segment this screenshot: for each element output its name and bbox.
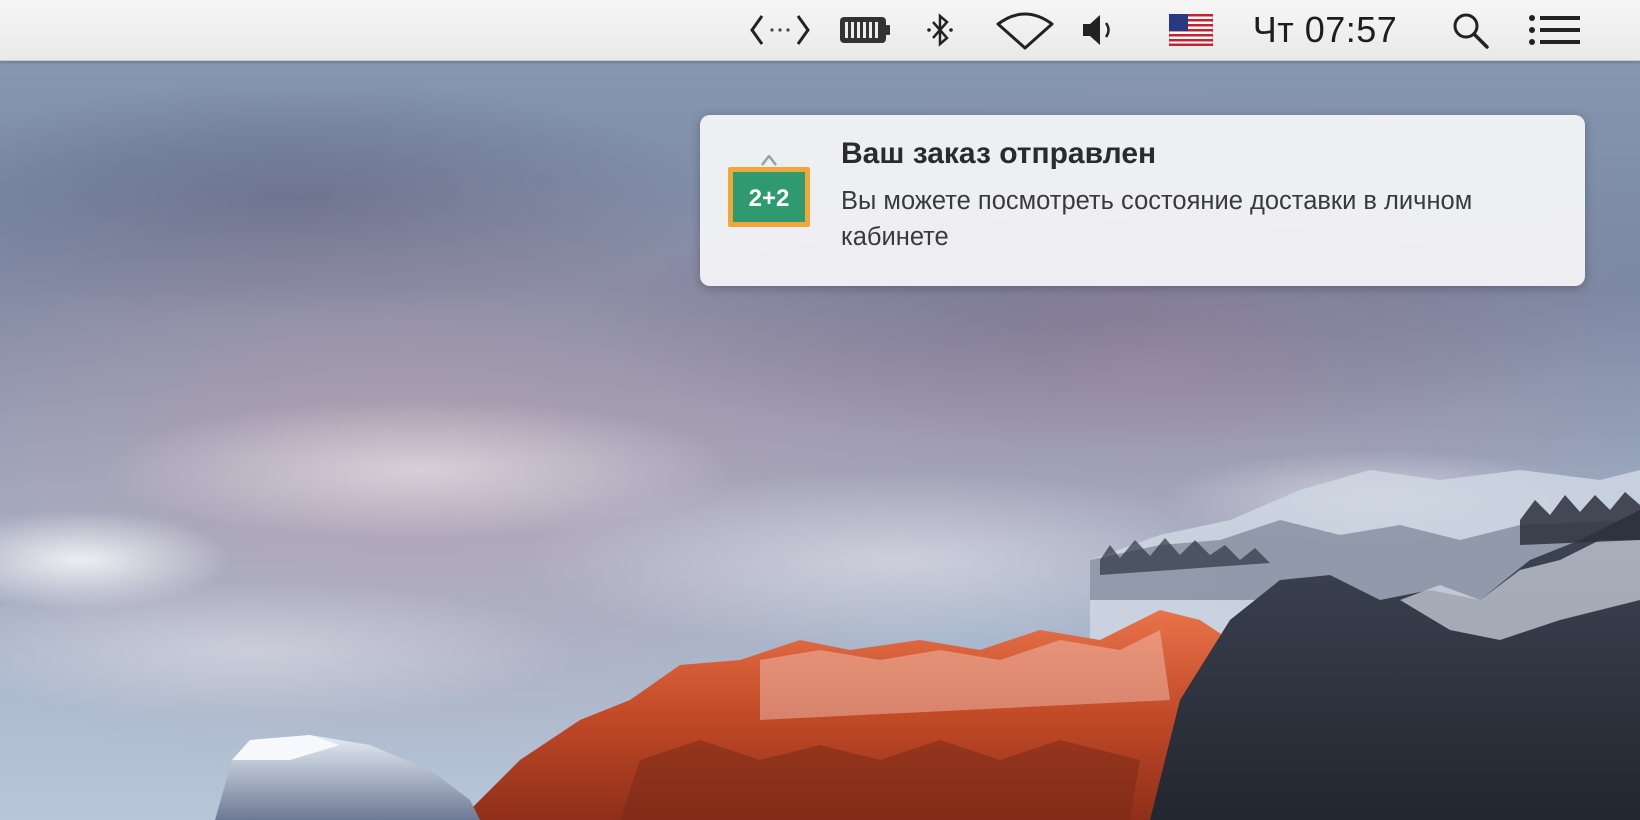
bluetooth-icon[interactable] (915, 0, 965, 60)
script-editor-icon[interactable] (745, 0, 815, 60)
app-icon-2plus2: 2+2 (728, 155, 810, 227)
wifi-icon[interactable] (990, 0, 1060, 60)
volume-icon[interactable] (1075, 0, 1125, 60)
menu-bar: Чт 07:57 (0, 0, 1640, 61)
notification-body: Вы можете посмотреть состояние доставки … (841, 187, 1473, 251)
notification-banner[interactable]: 2+2 Ваш заказ отправлен Вы можете посмот… (700, 115, 1585, 286)
battery-icon[interactable] (830, 0, 900, 60)
notification-title: Ваш заказ отправлен (841, 137, 1157, 170)
app-icon-label: 2+2 (749, 185, 790, 212)
us-flag-input-icon[interactable] (1163, 0, 1219, 60)
notification-center-icon[interactable] (1520, 0, 1590, 60)
menu-bar-clock[interactable]: Чт 07:57 (1240, 0, 1410, 60)
spotlight-search-icon[interactable] (1445, 0, 1495, 60)
